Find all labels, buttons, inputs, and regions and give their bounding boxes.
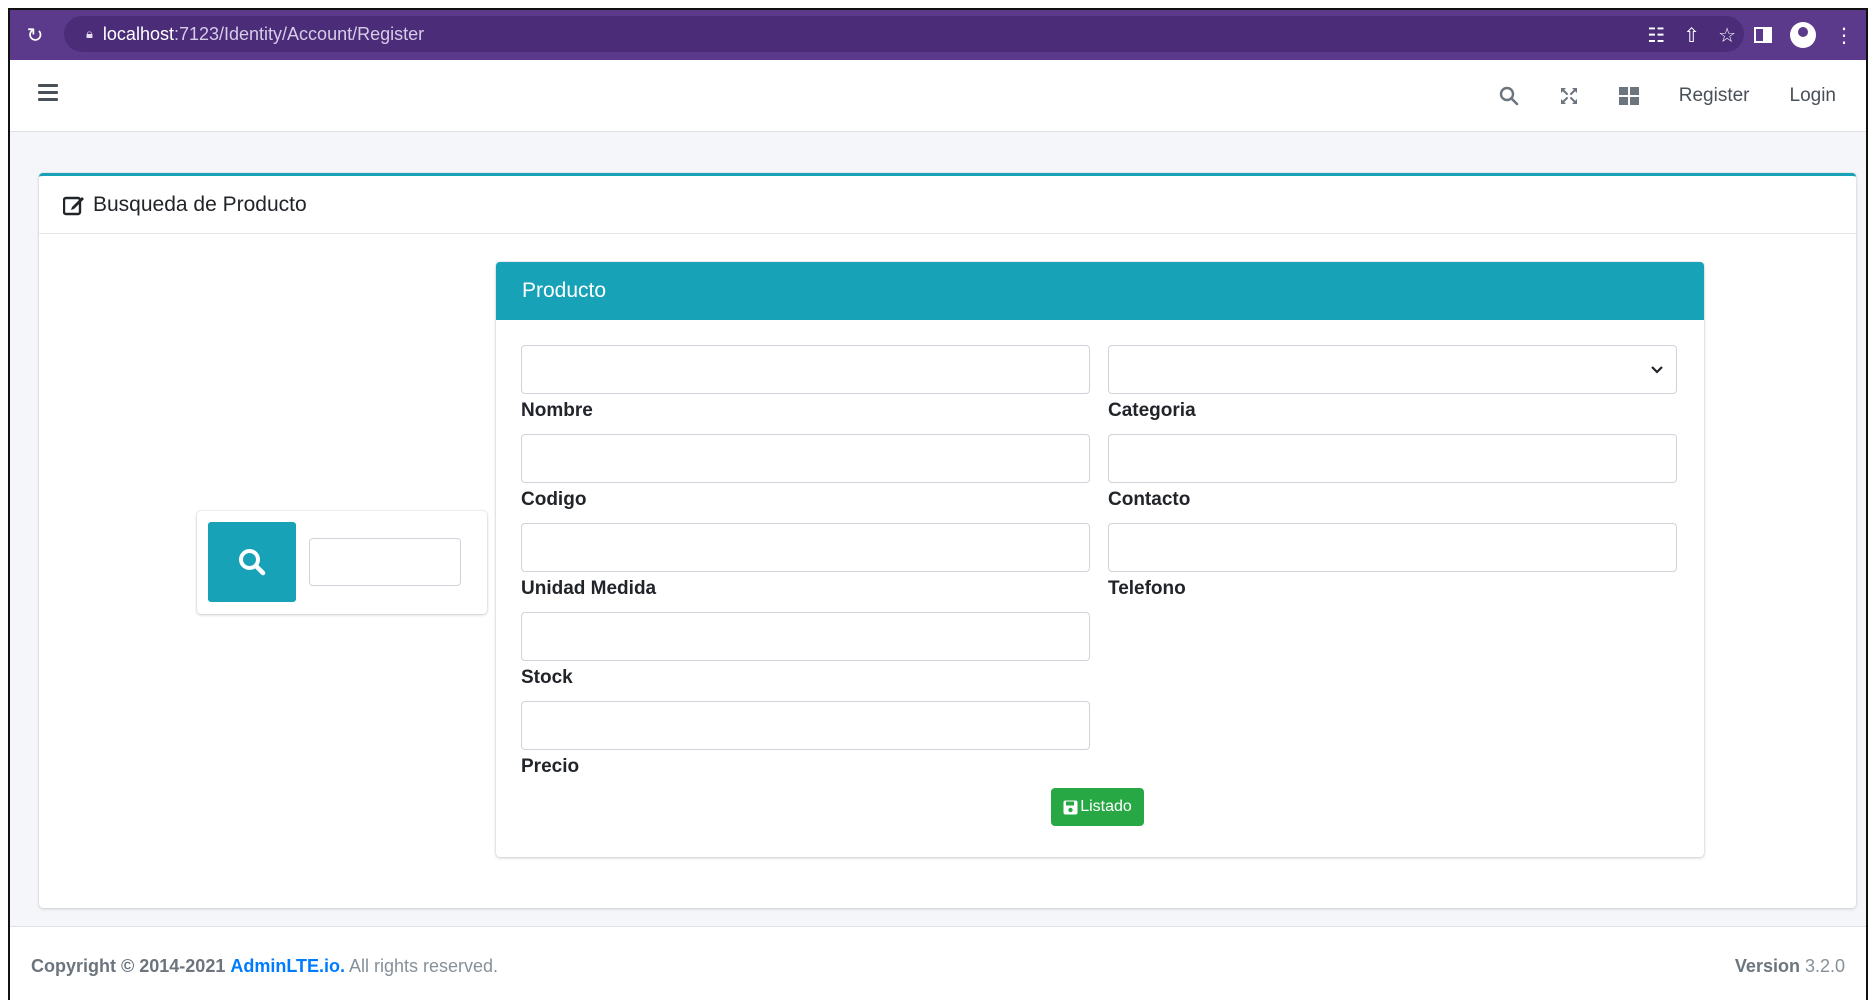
- stock-input[interactable]: [521, 612, 1090, 661]
- register-link[interactable]: Register: [1659, 85, 1770, 107]
- unidad-medida-input[interactable]: [521, 523, 1090, 572]
- menu-kebab-icon[interactable]: ⋮: [1834, 23, 1854, 48]
- version-number: 3.2.0: [1799, 956, 1845, 976]
- share-icon[interactable]: ⇧: [1683, 23, 1700, 48]
- field-telefono: Telefono: [1108, 523, 1677, 600]
- stock-label: Stock: [521, 667, 573, 688]
- categoria-label: Categoria: [1108, 400, 1196, 421]
- navbar-right: Register Login: [1479, 60, 1856, 132]
- browser-window: ↻ 🔒︎ localhost:7123/Identity/Account/Reg…: [8, 8, 1868, 1000]
- edit-icon: [63, 194, 85, 216]
- copyright-text: Copyright © 2014-2021: [31, 956, 231, 976]
- telefono-input[interactable]: [1108, 523, 1677, 572]
- precio-input[interactable]: [521, 701, 1090, 750]
- field-precio: Precio: [521, 701, 1090, 778]
- search-card: Busqueda de Producto Producto Nombre Cat…: [39, 173, 1856, 908]
- categoria-select[interactable]: [1108, 345, 1677, 394]
- side-panel-icon[interactable]: [1754, 27, 1772, 43]
- top-navbar: Register Login: [10, 60, 1866, 132]
- search-icon: [239, 549, 266, 576]
- codigo-input[interactable]: [521, 434, 1090, 483]
- fullscreen-icon[interactable]: [1539, 60, 1599, 132]
- nombre-input[interactable]: [521, 345, 1090, 394]
- browser-toolbar: ↻ 🔒︎ localhost:7123/Identity/Account/Reg…: [10, 10, 1866, 60]
- save-icon: [1063, 800, 1078, 814]
- field-unidad-medida: Unidad Medida: [521, 523, 1090, 600]
- field-codigo: Codigo: [521, 434, 1090, 511]
- url-host: localhost: [102, 23, 174, 44]
- field-categoria: Categoria: [1108, 345, 1677, 422]
- search-button[interactable]: [208, 522, 296, 602]
- version-info: Version 3.2.0: [1735, 956, 1845, 977]
- listado-button-label: Listado: [1080, 798, 1132, 815]
- telefono-label: Telefono: [1108, 578, 1186, 599]
- version-label: Version: [1734, 956, 1800, 976]
- chevron-down-icon: [1651, 366, 1663, 374]
- contacto-label: Contacto: [1108, 489, 1191, 510]
- card-header: Busqueda de Producto: [39, 176, 1856, 234]
- listado-button[interactable]: Listado: [1051, 788, 1144, 826]
- card-title: Busqueda de Producto: [93, 192, 307, 216]
- url-path: :7123/Identity/Account/Register: [173, 23, 425, 44]
- footer: Copyright © 2014-2021 AdminLTE.io. All r…: [10, 926, 1866, 1000]
- nombre-label: Nombre: [521, 400, 593, 421]
- producto-panel: Producto Nombre Categoria Codigo Contact…: [496, 262, 1704, 857]
- adminlte-link[interactable]: AdminLTE.io.: [230, 956, 345, 977]
- search-widget: [197, 511, 487, 614]
- profile-avatar-icon[interactable]: [1790, 22, 1816, 48]
- lock-icon: 🔒︎: [86, 26, 93, 41]
- translate-icon[interactable]: ☷: [1647, 23, 1665, 48]
- login-link[interactable]: Login: [1770, 85, 1857, 107]
- navbar-search-icon[interactable]: [1479, 60, 1539, 132]
- control-sidebar-grid-icon[interactable]: [1599, 60, 1659, 132]
- field-nombre: Nombre: [521, 345, 1090, 422]
- bookmark-star-icon[interactable]: ☆: [1718, 23, 1736, 48]
- search-input[interactable]: [309, 538, 461, 586]
- contacto-input[interactable]: [1108, 434, 1677, 483]
- field-stock: Stock: [521, 612, 1090, 689]
- hamburger-menu-icon[interactable]: [38, 84, 58, 102]
- address-bar[interactable]: 🔒︎ localhost:7123/Identity/Account/Regis…: [64, 16, 1744, 52]
- codigo-label: Codigo: [521, 489, 587, 510]
- unidad-medida-label: Unidad Medida: [521, 578, 657, 599]
- browser-actions: ☷ ⇧ ☆ ⋮: [1647, 10, 1854, 60]
- reload-icon[interactable]: ↻: [18, 23, 52, 48]
- rights-text: All rights reserved.: [345, 956, 499, 976]
- precio-label: Precio: [521, 756, 580, 777]
- field-contacto: Contacto: [1108, 434, 1677, 511]
- panel-title: Producto: [496, 262, 1704, 320]
